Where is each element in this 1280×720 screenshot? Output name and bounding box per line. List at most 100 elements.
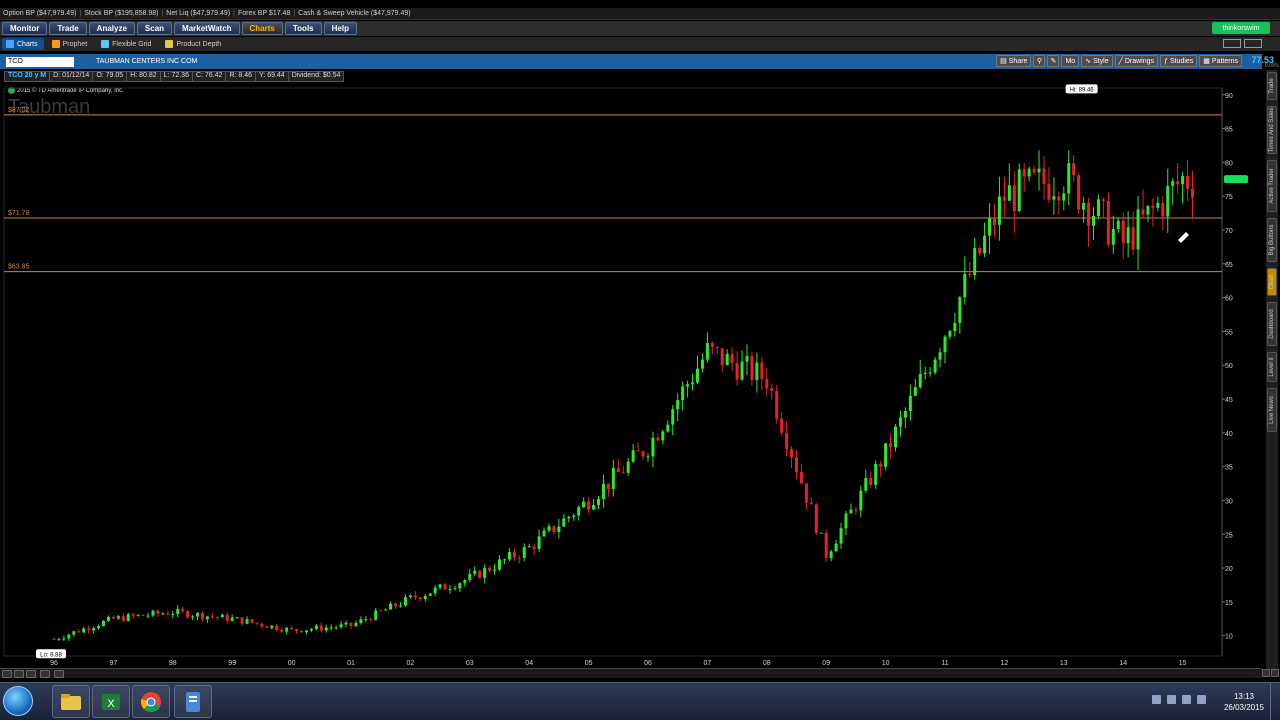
- power-icon[interactable]: [1197, 695, 1206, 704]
- candle-up: [1067, 163, 1071, 194]
- network-icon[interactable]: [1152, 695, 1161, 704]
- system-clock[interactable]: 13:13 26/03/2015: [1224, 691, 1264, 713]
- sidebar-tab-active-trader[interactable]: Active Trader: [1267, 160, 1277, 212]
- sub-tab-prophet[interactable]: Prophet: [48, 38, 94, 50]
- candle-down: [290, 627, 294, 629]
- speaker-icon[interactable]: [1182, 695, 1191, 704]
- share-button[interactable]: ▤ Share: [996, 55, 1032, 67]
- studies-button[interactable]: ƒ Studies: [1160, 55, 1198, 67]
- candle-up: [106, 616, 110, 621]
- style-button[interactable]: ∿ Style: [1081, 55, 1113, 67]
- candle-up: [57, 639, 61, 641]
- main-tab-analyze[interactable]: Analyze: [88, 22, 135, 35]
- sidebar-tab-level-ii[interactable]: Level II: [1267, 352, 1277, 382]
- candle-up: [1062, 193, 1066, 201]
- sub-tab-product-depth[interactable]: Product Depth: [161, 38, 227, 50]
- scroll-controls: [1262, 668, 1280, 678]
- candle-down: [1002, 196, 1006, 201]
- symbol-input[interactable]: [6, 56, 74, 67]
- link-icon[interactable]: ⚲: [1033, 55, 1046, 67]
- candle-down: [488, 568, 492, 571]
- taskbar-chrome[interactable]: [132, 685, 170, 718]
- x-tick-label: 09: [822, 660, 830, 667]
- candle-up: [1007, 185, 1011, 201]
- candle-up: [745, 356, 749, 362]
- sidebar-tab-trade[interactable]: Trade: [1267, 72, 1277, 100]
- candle-up: [874, 463, 878, 485]
- candle-up: [1052, 196, 1056, 200]
- candle-down: [319, 625, 323, 631]
- candle-down: [552, 526, 556, 533]
- candle-up: [740, 361, 744, 380]
- candle-up: [691, 382, 695, 385]
- main-tab-marketwatch[interactable]: MarketWatch: [174, 22, 240, 35]
- flag-icon[interactable]: [1167, 695, 1176, 704]
- sidebar-tab-chart[interactable]: Chart: [1267, 268, 1277, 296]
- y-tick-label: 45: [1225, 397, 1233, 404]
- candle-down: [250, 619, 254, 623]
- main-tab-tools[interactable]: Tools: [284, 22, 322, 35]
- sub-tab-flexible-grid[interactable]: Flexible Grid: [97, 38, 157, 50]
- scroll-end-icon[interactable]: [1271, 669, 1279, 677]
- account-value[interactable]: Net Liq ($47,979.49): [166, 10, 230, 17]
- candle-up: [686, 384, 690, 387]
- sub-tab-charts[interactable]: Charts: [2, 38, 44, 50]
- clock-date: 26/03/2015: [1223, 703, 1264, 712]
- zoom-out-icon[interactable]: [14, 670, 24, 678]
- zoom-in-icon[interactable]: [26, 670, 36, 678]
- detach-icon[interactable]: [1223, 39, 1241, 48]
- main-tab-scan[interactable]: Scan: [136, 22, 173, 35]
- y-tick-label: 70: [1225, 228, 1233, 235]
- aggregation-button[interactable]: Mo: [1061, 55, 1080, 67]
- account-value[interactable]: Stock BP ($195,858.98): [84, 10, 158, 17]
- account-value[interactable]: Option BP ($47,979.49): [3, 10, 76, 17]
- patterns-button[interactable]: ▦ Patterns: [1199, 55, 1242, 67]
- candle-up: [958, 297, 962, 323]
- drawings-button[interactable]: ╱ Drawings: [1114, 55, 1159, 67]
- main-tab-help[interactable]: Help: [323, 22, 357, 35]
- sidebar-tab-times-and-sales[interactable]: Times And Sales: [1267, 106, 1277, 154]
- account-value[interactable]: Forex BP $17.48: [238, 10, 290, 17]
- candle-down: [295, 628, 299, 631]
- main-tab-trade[interactable]: Trade: [49, 22, 87, 35]
- scroll-left-icon[interactable]: [54, 670, 64, 678]
- sidebar-tab-dashboard[interactable]: Dashboard: [1267, 302, 1277, 346]
- main-tab-charts[interactable]: Charts: [241, 22, 283, 35]
- y-tick-label: 15: [1225, 600, 1233, 607]
- layout-icon[interactable]: [1244, 39, 1262, 48]
- svg-text:X: X: [107, 698, 115, 710]
- thinkorswim-brand[interactable]: thinkorswim: [1212, 22, 1270, 34]
- taskbar-explorer[interactable]: [52, 685, 90, 718]
- taskbar-excel[interactable]: X: [92, 685, 130, 718]
- candle-down: [1161, 202, 1165, 217]
- candle-down: [300, 630, 303, 633]
- x-tick-label: 07: [704, 660, 712, 667]
- candle-up: [547, 526, 551, 531]
- expand-icon[interactable]: [2, 670, 12, 678]
- candle-up: [324, 627, 328, 631]
- candle-up: [374, 610, 378, 620]
- candle-up: [67, 634, 71, 639]
- start-button[interactable]: [3, 686, 33, 716]
- info-close: C: 76.42: [193, 71, 227, 82]
- candle-down: [720, 348, 724, 366]
- info-symbol[interactable]: TCO 20 y M: [5, 71, 51, 82]
- account-value[interactable]: Cash & Sweep Vehicle ($47,979.49): [298, 10, 410, 17]
- x-tick-label: 12: [1001, 660, 1009, 667]
- show-desktop-button[interactable]: [1270, 683, 1280, 720]
- main-tab-monitor[interactable]: Monitor: [2, 22, 48, 35]
- candle-up: [626, 461, 630, 473]
- candle-down: [111, 616, 115, 619]
- price-chart[interactable]: 10 15 20 25 30 35 40 45 50 55 60 65 70 75 80 85 90 96 97 98…: [0, 84, 1262, 668]
- account-summary-bar: Option BP ($47,979.49) | Stock BP ($195,85…: [0, 8, 1280, 20]
- taskbar-app[interactable]: [174, 685, 212, 718]
- candle-down: [656, 437, 660, 441]
- candle-up: [537, 536, 541, 549]
- candle-up: [136, 614, 140, 616]
- dollar-icon[interactable]: [40, 670, 50, 678]
- scroll-right-icon[interactable]: [1262, 669, 1270, 677]
- candle-up: [344, 622, 348, 625]
- sidebar-tab-big-buttons[interactable]: Big Buttons: [1267, 218, 1277, 262]
- sidebar-tab-live-news[interactable]: Live News: [1267, 388, 1277, 432]
- pencil-icon[interactable]: ✎: [1047, 55, 1060, 67]
